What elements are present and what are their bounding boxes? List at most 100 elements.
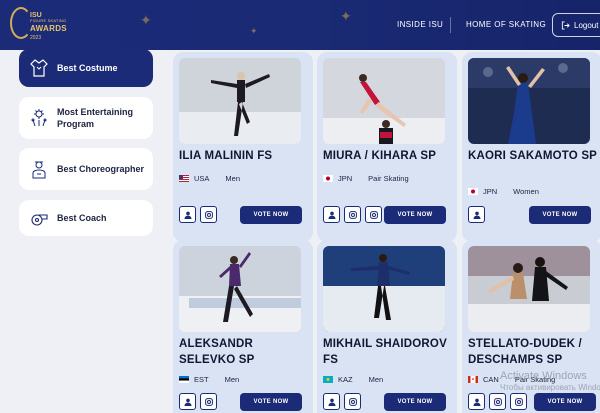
nominee-name: ILIA MALININ FS <box>179 150 273 162</box>
sidebar-item-best-choreographer[interactable]: Best Choreographer <box>19 148 153 190</box>
logo-text-awards: AWARDS <box>30 24 67 33</box>
vote-now-button[interactable]: VOTE NOW <box>534 393 596 411</box>
instagram-icon <box>204 397 213 406</box>
nominee-name: MIURA / KIHARA SP <box>323 150 437 162</box>
nominee-social-buttons <box>179 393 217 410</box>
canada-flag-icon <box>468 376 478 383</box>
choreographer-icon <box>29 159 49 179</box>
nominee-name: MIKHAIL SHAIDOROV FS <box>323 338 447 366</box>
logo-ring-icon <box>10 7 32 39</box>
watermark-title: Activate Windows <box>500 370 587 382</box>
sidebar-item-most-entertaining[interactable]: Most Entertaining Program <box>19 97 153 139</box>
nav-inside-isu[interactable]: INSIDE ISU <box>397 20 443 29</box>
activate-windows-watermark: Activate Windows Чтобы активировать Wind… <box>500 370 600 393</box>
vote-now-button[interactable]: VOTE NOW <box>240 393 302 411</box>
nominee-social-buttons <box>179 206 217 223</box>
sparkle-icon: ✦ <box>250 26 258 36</box>
nominee-photo[interactable] <box>468 246 590 332</box>
nav-home-of-skating[interactable]: HOME OF SKATING <box>466 20 546 29</box>
nominee-meta: USA Men <box>179 174 240 183</box>
person-icon <box>328 211 335 219</box>
logout-icon <box>561 20 570 30</box>
nominee-photo[interactable] <box>179 58 301 144</box>
person-icon <box>184 211 191 219</box>
nominee-card: ALEKSANDR SELEVKO SP EST Men VOTE NOW <box>173 240 313 413</box>
instagram-button[interactable] <box>344 206 361 223</box>
usa-flag-icon <box>179 175 189 182</box>
sidebar-item-best-costume[interactable]: Best Costume <box>19 49 153 87</box>
sidebar-item-label: Best Costume <box>57 62 118 73</box>
person-icon <box>328 398 335 406</box>
nominee-photo[interactable] <box>323 246 445 332</box>
nominee-photo[interactable] <box>468 58 590 144</box>
sparkle-icon: ✦ <box>340 8 352 24</box>
whistle-icon <box>29 208 49 228</box>
sparkle-icon: ✦ <box>140 12 152 28</box>
nominee-category: Pair Skating <box>368 174 409 183</box>
watermark-subtitle: Чтобы активировать Windows <box>500 383 600 393</box>
top-header: ✦ ✦ ✦ ISU FIGURE SKATING AWARDS 2023 INS… <box>0 0 600 50</box>
nominee-name: STELLATO-DUDEK / DESCHAMPS SP <box>468 338 582 366</box>
logo-text-figure-skating: FIGURE SKATING <box>30 18 67 23</box>
japan-flag-icon <box>323 175 333 182</box>
nominee-card: MIURA / KIHARA SP JPN Pair Skating VOTE … <box>317 52 457 242</box>
profile-button[interactable] <box>468 206 485 223</box>
instagram-button[interactable] <box>200 393 217 410</box>
vote-now-button[interactable]: VOTE NOW <box>384 206 446 224</box>
nominee-category: Women <box>513 187 539 196</box>
logout-label: Logout <box>574 20 599 30</box>
fireworks-icon <box>29 108 49 128</box>
instagram-icon <box>204 210 213 219</box>
nominee-category: Men <box>225 174 241 183</box>
isu-awards-logo[interactable]: ISU FIGURE SKATING AWARDS 2023 <box>10 5 67 45</box>
vote-now-button[interactable]: VOTE NOW <box>529 206 591 224</box>
nominee-country: JPN <box>483 187 498 196</box>
person-icon <box>473 398 480 406</box>
nominee-social-buttons <box>468 206 485 223</box>
nominee-meta: JPN Pair Skating <box>323 174 409 183</box>
instagram-button[interactable] <box>510 393 527 410</box>
logo-text-year: 2023 <box>30 35 42 41</box>
nominee-country: EST <box>194 375 209 384</box>
profile-button[interactable] <box>323 393 340 410</box>
nominee-category: Men <box>224 375 240 384</box>
nominee-social-buttons <box>323 393 361 410</box>
sidebar-item-label: Best Choreographer <box>57 163 145 174</box>
nominee-country: JPN <box>338 174 353 183</box>
nominee-social-buttons <box>468 393 527 410</box>
instagram-button[interactable] <box>344 393 361 410</box>
nav-divider <box>450 17 451 33</box>
costume-icon <box>29 58 49 78</box>
sidebar-item-best-coach[interactable]: Best Coach <box>19 200 153 236</box>
nominee-meta: EST Men <box>179 375 239 384</box>
logout-button[interactable]: Logout <box>552 13 600 37</box>
sidebar-item-label: Most Entertaining Program <box>57 106 133 129</box>
nominee-country: CAN <box>483 375 499 384</box>
nominee-photo[interactable] <box>323 58 445 144</box>
profile-button[interactable] <box>179 206 196 223</box>
vote-now-button[interactable]: VOTE NOW <box>384 393 446 411</box>
instagram-button[interactable] <box>489 393 506 410</box>
nominee-name: ALEKSANDR SELEVKO SP <box>179 338 255 366</box>
estonia-flag-icon <box>179 376 189 383</box>
kazakhstan-flag-icon <box>323 376 333 383</box>
instagram-button[interactable] <box>365 206 382 223</box>
instagram-button[interactable] <box>200 206 217 223</box>
nominee-meta: JPN Women <box>468 187 539 196</box>
nominee-photo[interactable] <box>179 246 301 332</box>
person-icon <box>473 211 480 219</box>
profile-button[interactable] <box>323 206 340 223</box>
person-icon <box>184 398 191 406</box>
japan-flag-icon <box>468 188 478 195</box>
instagram-icon <box>493 397 502 406</box>
nominee-country: USA <box>194 174 210 183</box>
profile-button[interactable] <box>468 393 485 410</box>
nominee-social-buttons <box>323 206 382 223</box>
profile-button[interactable] <box>179 393 196 410</box>
nominee-card: ILIA MALININ FS USA Men VOTE NOW <box>173 52 313 242</box>
vote-now-button[interactable]: VOTE NOW <box>240 206 302 224</box>
nominee-card: MIKHAIL SHAIDOROV FS KAZ Men VOTE NOW <box>317 240 457 413</box>
nominee-name: KAORI SAKAMOTO SP <box>468 150 598 162</box>
sidebar-item-label: Best Coach <box>57 212 107 223</box>
nominee-meta: KAZ Men <box>323 375 383 384</box>
